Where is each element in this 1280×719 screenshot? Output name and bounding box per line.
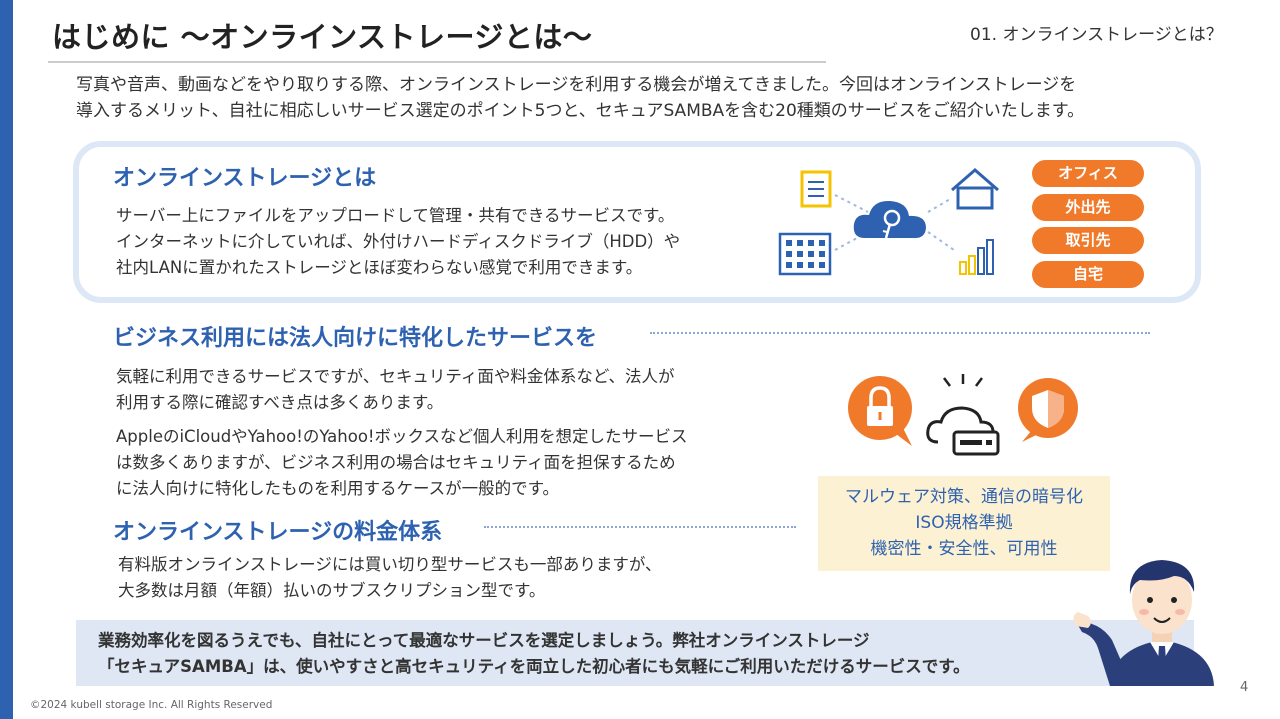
business-line: は数多くありますが、ビジネス利用の場合はセキュリティ面を担保するため (116, 453, 676, 472)
security-illustration (848, 374, 1078, 456)
feature-item: 機密性・安全性、可用性 (870, 539, 1058, 559)
business-line: 気軽に利用できるサービスですが、セキュリティ面や料金体系など、法人が (116, 367, 675, 386)
definition-line: サーバー上にファイルをアップロードして管理・共有できるサービスです。 (116, 206, 675, 225)
house-icon (951, 168, 999, 210)
title-underline (48, 61, 826, 63)
signal-lines (943, 374, 983, 387)
lock-icon (848, 376, 912, 446)
page-title: はじめに 〜オンラインストレージとは〜 (52, 20, 593, 54)
tag-home: 自宅 (1032, 261, 1144, 288)
feature-item: マルウェア対策、通信の暗号化 (845, 487, 1083, 507)
bar-chart-icon (959, 239, 994, 275)
section-label: 01. オンラインストレージとは？ (970, 25, 1223, 45)
callout-line: 「セキュアSAMBA」は、使いやすさと高セキュリティを両立した初心者にも気軽にご… (98, 657, 970, 676)
businessman-illustration (1073, 560, 1214, 686)
security-features-box: マルウェア対策、通信の暗号化 ISO規格準拠 機密性・安全性、可用性 (818, 476, 1110, 571)
business-line: に法人向けに特化したものを利用するケースが一般的です。 (116, 479, 560, 498)
cloud-server-icon (926, 406, 1000, 456)
pricing-line: 大多数は月額（年額）払いのサブスクリプション型です。 (118, 581, 546, 600)
intro-paragraph: 写真や音声、動画などをやり取りする際、オンラインストレージを利用する機会が増えて… (76, 72, 1206, 124)
definition-line: 社内LANに置かれたストレージとほぼ変わらない感覚で利用できます。 (116, 258, 643, 277)
tag-office: オフィス (1032, 160, 1144, 187)
cloud-network-illustration (778, 168, 999, 276)
business-paragraph-2: AppleのiCloudやYahoo!のYahoo!ボックスなど個人利用を想定し… (116, 424, 688, 502)
left-accent-bar (0, 0, 13, 719)
shield-icon (1018, 378, 1078, 442)
business-paragraph-1: 気軽に利用できるサービスですが、セキュリティ面や料金体系など、法人が 利用する際… (116, 364, 675, 416)
business-heading: ビジネス利用には法人向けに特化したサービスを (113, 326, 598, 351)
intro-line: 写真や音声、動画などをやり取りする際、オンラインストレージを利用する機会が増えて… (76, 75, 1077, 95)
heading-dotted-rule (650, 332, 1150, 334)
tag-client: 取引先 (1032, 227, 1144, 254)
copyright-text: ©2024 kubell storage Inc. All Rights Res… (30, 699, 273, 711)
document-icon (800, 170, 832, 208)
heading-dotted-rule (484, 526, 796, 528)
definition-heading: オンラインストレージとは (113, 166, 377, 191)
summary-callout: 業務効率化を図るうえでも、自社にとって最適なサービスを選定しましょう。弊社オンラ… (76, 620, 1194, 686)
intro-line: 導入するメリット、自社に相応しいサービス選定のポイント5つと、セキュアSAMBA… (76, 101, 1085, 121)
pricing-paragraph: 有料版オンラインストレージには買い切り型サービスも一部ありますが、 大多数は月額… (118, 552, 662, 604)
page-number: 4 (1240, 680, 1249, 695)
tag-outside: 外出先 (1032, 194, 1144, 221)
building-icon (778, 232, 832, 276)
pricing-line: 有料版オンラインストレージには買い切り型サービスも一部ありますが、 (118, 555, 662, 574)
feature-item: ISO規格準拠 (915, 513, 1013, 533)
pricing-heading: オンラインストレージの料金体系 (113, 520, 443, 545)
business-line: AppleのiCloudやYahoo!のYahoo!ボックスなど個人利用を想定し… (116, 427, 688, 446)
cloud-key-icon (853, 200, 926, 239)
callout-line: 業務効率化を図るうえでも、自社にとって最適なサービスを選定しましょう。弊社オンラ… (98, 631, 870, 650)
business-line: 利用する際に確認すべき点は多くあります。 (116, 393, 444, 412)
definition-text: サーバー上にファイルをアップロードして管理・共有できるサービスです。 インターネ… (116, 203, 680, 281)
definition-line: インターネットに介していれば、外付けハードディスクドライブ（HDD）や (116, 232, 681, 251)
